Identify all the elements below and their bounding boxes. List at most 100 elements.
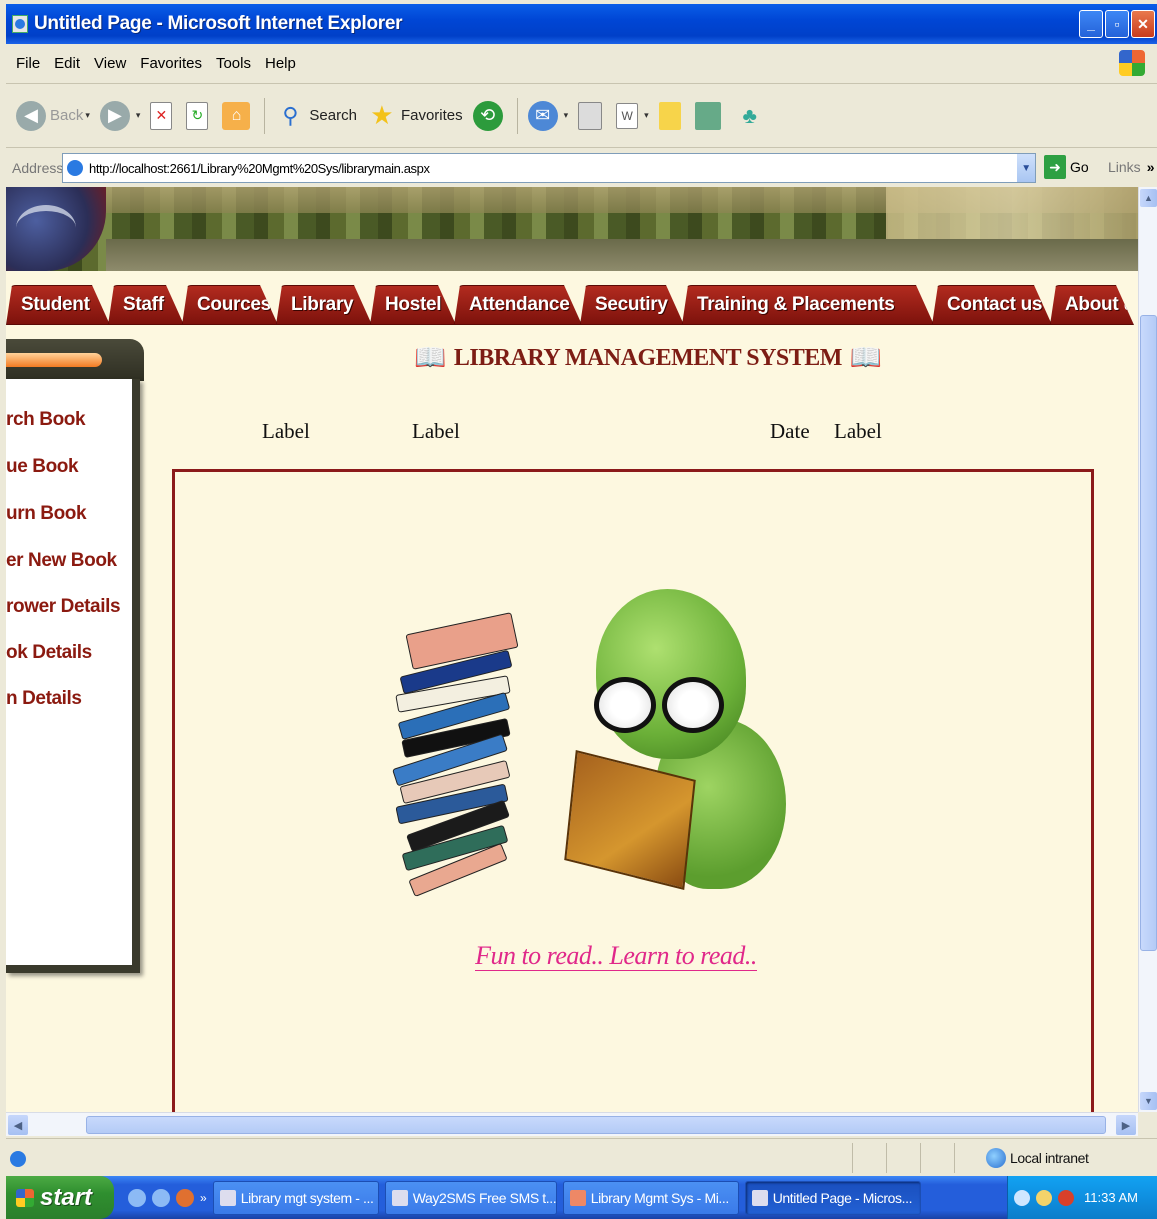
label-2: Label (412, 419, 460, 443)
note-icon (658, 101, 681, 130)
menu-favorites[interactable]: Favorites (140, 55, 202, 72)
side-link-book-details[interactable]: ok Details (6, 642, 92, 664)
vertical-scroll-thumb[interactable] (1140, 315, 1157, 951)
taskbar-item[interactable]: Way2SMS Free SMS t... (384, 1180, 557, 1215)
windows-logo-icon (1119, 50, 1145, 76)
mail-button[interactable]: ✉ ▾ (527, 100, 569, 131)
nav-tab-staff[interactable]: Staff (108, 285, 184, 325)
refresh-icon: ↻ (186, 101, 209, 130)
address-dropdown-icon[interactable]: ▼ (1017, 154, 1035, 182)
menu-view[interactable]: View (94, 55, 126, 72)
security-zone[interactable]: Local intranet (986, 1148, 1089, 1168)
banner-building (886, 187, 1138, 239)
back-button[interactable]: ◀ Back ▾ (16, 100, 90, 131)
nav-tab-about-us[interactable]: About us (1050, 285, 1134, 325)
favorites-button[interactable]: ★ Favorites (367, 100, 463, 131)
search-button[interactable]: ⚲ Search (275, 101, 357, 131)
standard-toolbar: ◀ Back ▾ ▶ ▾ ✕ ↻ ⌂ ⚲ Search ★ Favorites … (6, 84, 1157, 148)
quicklaunch-icon[interactable] (176, 1188, 194, 1207)
go-arrow-icon: ➜ (1044, 155, 1066, 179)
back-dropdown-icon[interactable]: ▾ (85, 110, 90, 121)
history-button[interactable]: ⟲ (472, 100, 507, 131)
side-link-search-book[interactable]: rch Book (6, 409, 86, 431)
nav-tab-attendance[interactable]: Attendance (454, 285, 582, 325)
scroll-down-icon[interactable]: ▼ (1140, 1092, 1157, 1110)
clock[interactable]: 11:33 AM (1084, 1190, 1138, 1205)
app-icon (569, 1189, 586, 1206)
side-link-borrower-details[interactable]: rower Details (6, 596, 121, 618)
label-1: Label (262, 419, 310, 443)
taskbar-item[interactable]: Library mgt system - ... (212, 1180, 379, 1215)
glasses-left (594, 677, 656, 733)
open-book-icon: 📖 (849, 343, 882, 372)
messenger-button[interactable]: ♣ (735, 101, 769, 131)
mail-icon: ✉ (527, 100, 558, 131)
menu-edit[interactable]: Edit (54, 55, 80, 72)
home-button[interactable]: ⌂ (222, 101, 254, 130)
back-arrow-icon: ◀ (16, 100, 46, 131)
go-label: Go (1070, 159, 1089, 175)
side-link-issue-book[interactable]: ue Book (6, 456, 79, 478)
toolbar-separator (264, 97, 266, 134)
network-icon[interactable] (1036, 1189, 1052, 1206)
taskbar-item[interactable]: Library Mgmt Sys - Mi... (562, 1180, 739, 1215)
start-button[interactable]: start (6, 1176, 114, 1219)
nav-tab-training-placements[interactable]: Training & Placements (682, 285, 934, 325)
title-bar[interactable]: Untitled Page - Microsoft Internet Explo… (6, 4, 1157, 44)
horizontal-scrollbar[interactable]: ◀ ▶ (6, 1112, 1138, 1136)
quicklaunch-more-icon[interactable]: » (200, 1191, 207, 1205)
taskbar-item-active[interactable]: Untitled Page - Micros... (744, 1180, 921, 1215)
tagline-link[interactable]: Fun to read.. Learn to read.. (475, 941, 757, 971)
nav-tab-student[interactable]: Student (6, 285, 110, 325)
stop-button[interactable]: ✕ (150, 101, 176, 130)
vertical-scrollbar[interactable]: ▲ ▼ (1138, 187, 1157, 1112)
address-input[interactable]: http://localhost:2661/Library%20Mgmt%20S… (62, 153, 1036, 183)
windows-flag-icon (16, 1188, 34, 1207)
page-icon (67, 160, 83, 176)
research-button[interactable] (694, 101, 725, 130)
side-link-return-book[interactable]: urn Book (6, 503, 87, 525)
nav-tab-library[interactable]: Library (276, 285, 372, 325)
scrollbar-corner (1138, 1112, 1157, 1136)
print-button[interactable] (578, 101, 606, 130)
nav-tab-contact-us[interactable]: Contact us (932, 285, 1052, 325)
menu-bar: File Edit View Favorites Tools Help (6, 44, 1157, 84)
scroll-right-icon[interactable]: ▶ (1116, 1115, 1136, 1135)
forward-button[interactable]: ▶ ▾ (99, 100, 141, 131)
ie-quicklaunch-icon[interactable] (128, 1188, 146, 1207)
tray-expand-icon[interactable] (1014, 1189, 1030, 1206)
nav-tab-hostel[interactable]: Hostel (370, 285, 456, 325)
discuss-button[interactable] (658, 101, 685, 130)
banner-road (106, 239, 1138, 271)
refresh-button[interactable]: ↻ (186, 101, 212, 130)
print-icon (578, 101, 603, 130)
links-bar[interactable]: Links » (1108, 159, 1154, 175)
scroll-left-icon[interactable]: ◀ (8, 1115, 28, 1135)
research-icon (694, 101, 721, 130)
side-navigation: rch Book ue Book urn Book er New Book ro… (6, 339, 146, 979)
mail-dropdown-icon[interactable]: ▾ (564, 110, 569, 121)
menu-file[interactable]: File (16, 55, 40, 72)
forward-dropdown-icon[interactable]: ▾ (136, 110, 141, 121)
minimize-button[interactable]: _ (1079, 10, 1103, 38)
menu-tools[interactable]: Tools (216, 55, 251, 72)
side-link-fine-details[interactable]: n Details (6, 688, 82, 710)
window-title: Untitled Page - Microsoft Internet Explo… (34, 13, 403, 34)
nav-tab-cources[interactable]: Cources (182, 285, 278, 325)
nav-tab-security[interactable]: Secutiry (580, 285, 684, 325)
quicklaunch-icon[interactable] (152, 1188, 170, 1207)
side-link-enter-new-book[interactable]: er New Book (6, 550, 117, 572)
favorites-label: Favorites (400, 107, 463, 124)
close-button[interactable]: ✕ (1131, 10, 1155, 38)
edit-button[interactable]: W ▾ (616, 102, 649, 129)
go-button[interactable]: ➜ Go (1044, 155, 1089, 179)
edit-dropdown-icon[interactable]: ▾ (644, 110, 649, 121)
security-shield-icon[interactable] (1058, 1189, 1074, 1206)
favorites-star-icon: ★ (370, 100, 394, 130)
edit-document-icon: W (616, 102, 639, 129)
links-chevron-icon[interactable]: » (1147, 159, 1155, 175)
maximize-button[interactable]: ▫ (1105, 10, 1129, 38)
horizontal-scroll-thumb[interactable] (86, 1116, 1106, 1134)
scroll-up-icon[interactable]: ▲ (1140, 189, 1157, 207)
menu-help[interactable]: Help (265, 55, 296, 72)
